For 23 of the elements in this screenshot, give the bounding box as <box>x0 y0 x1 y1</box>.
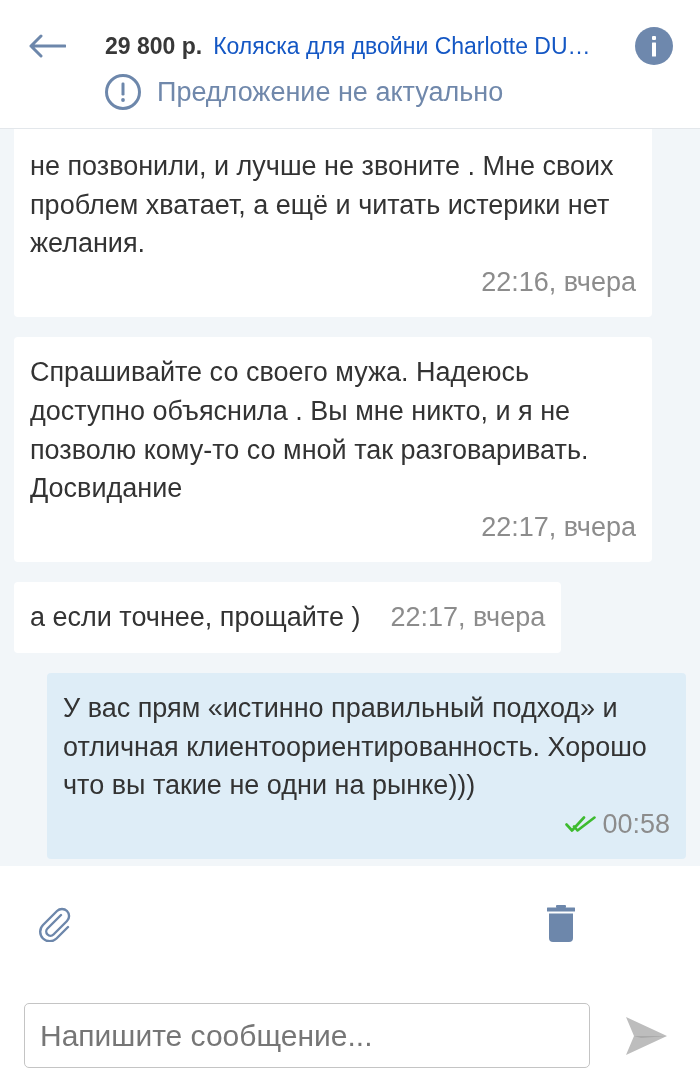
send-button[interactable] <box>625 1015 667 1056</box>
message-text: Спрашивайте со своего мужа. Надеюсь доступно объяснила . Вы мне никто, и я не позволю кому-то со мной так разговаривать. Досвидание <box>30 356 590 506</box>
message-text: а если точнее, прощайте ) <box>30 601 361 635</box>
listing-link[interactable]: Коляска для двойни Charlotte DU… <box>213 32 591 60</box>
message-time: 22:16, вчера <box>481 265 636 299</box>
info-icon <box>635 27 673 65</box>
notice-text: Предложение не актуально <box>157 76 504 108</box>
delete-button[interactable] <box>547 905 575 942</box>
message-text: У вас прям «истинно правильный подход» и отличная клиентоориентированность. Хорошо что вы такие не одни на рынке))) <box>63 691 648 803</box>
paperclip-icon <box>37 905 73 942</box>
message-time: 00:58 <box>602 807 670 841</box>
message-time: 22:17, вчера <box>481 510 636 544</box>
back-button[interactable] <box>28 34 66 58</box>
attach-button[interactable] <box>37 905 73 942</box>
message-text: не позвонили, и лучше не звоните . Мне своих проблем хватает, а ещё и читать истерики нет желания. <box>30 150 615 261</box>
trash-icon <box>547 905 575 942</box>
arrow-left-icon <box>28 34 66 58</box>
price: 29 800 р. <box>105 32 203 60</box>
alert-icon <box>105 74 141 110</box>
send-icon <box>625 1015 667 1056</box>
info-button[interactable] <box>635 27 673 65</box>
message-input[interactable]: Напишите сообщение... <box>24 1003 590 1068</box>
message-time: 22:17, вчера <box>390 601 546 635</box>
